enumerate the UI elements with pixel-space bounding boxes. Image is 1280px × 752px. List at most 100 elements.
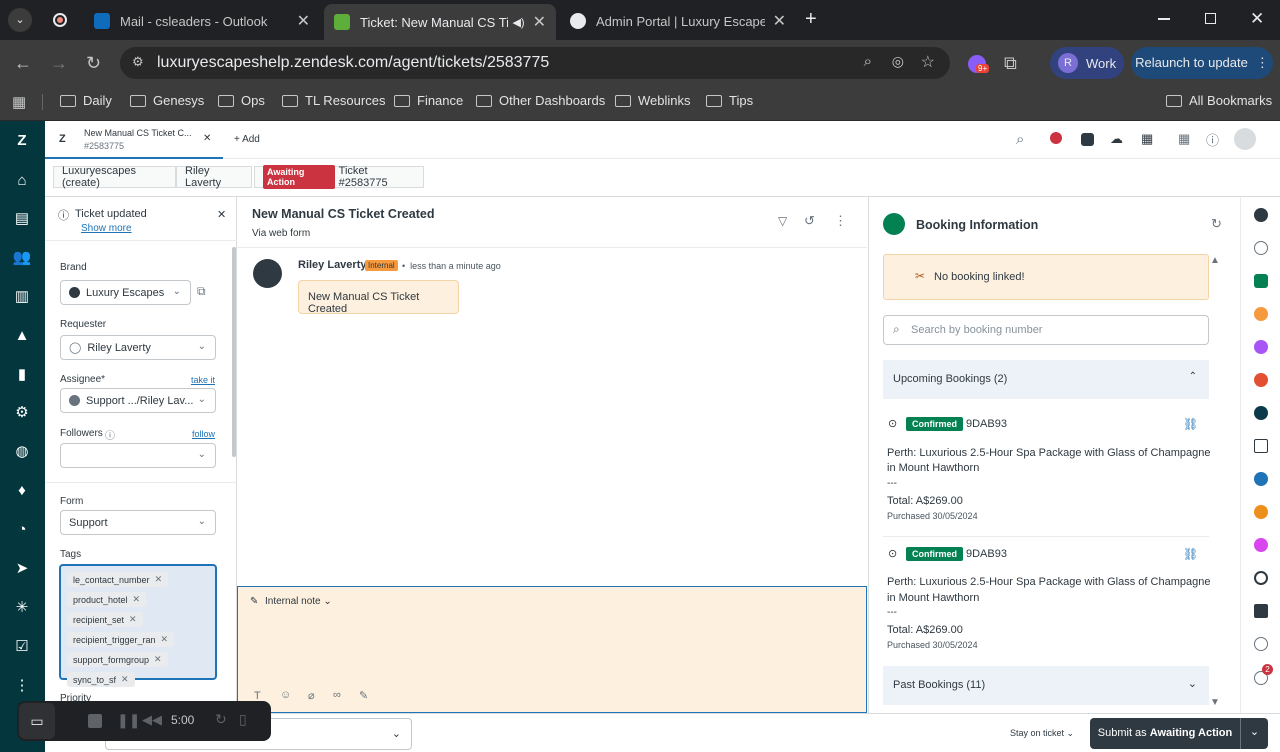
notification-app-icon[interactable]: 2 (1254, 664, 1273, 685)
close-icon[interactable]: ✕ (121, 674, 129, 685)
eye-off-icon[interactable]: ◎ (892, 53, 904, 70)
check-icon[interactable]: ☑ (12, 637, 32, 657)
minimize-button[interactable] (1158, 18, 1170, 20)
grid-app-icon[interactable] (1254, 604, 1268, 618)
tag-chip[interactable]: recipient_set ✕ (67, 612, 143, 627)
ticket-tab[interactable]: Z New Manual CS Ticket C... #2583775 ✕ (45, 121, 223, 159)
settings-icon[interactable]: ⚙ (12, 403, 32, 423)
asterisk-icon[interactable]: ✳ (12, 598, 32, 618)
purple-app-icon[interactable] (1254, 340, 1268, 354)
bookmark-finance[interactable]: Finance (394, 93, 463, 108)
bookmark-tl-resources[interactable]: TL Resources (282, 93, 385, 108)
amber-app-icon[interactable] (1254, 505, 1268, 519)
person-app-icon[interactable] (1254, 637, 1268, 651)
back-icon[interactable]: ← (14, 54, 32, 72)
close-icon[interactable]: ✕ (297, 11, 310, 31)
all-bookmarks[interactable]: All Bookmarks (1166, 93, 1272, 108)
bookmark-tips[interactable]: Tips (706, 93, 753, 108)
bookmark-other-dashboards[interactable]: Other Dashboards (476, 93, 605, 108)
address-bar[interactable]: ⚙ luxuryescapeshelp.zendesk.com/agent/ti… (120, 47, 950, 79)
tab-search-button[interactable]: ⌄ (8, 8, 32, 32)
copy-icon[interactable]: ⧉ (197, 284, 206, 299)
arrow-icon[interactable]: ➤ (12, 559, 32, 579)
tag-chip[interactable]: recipient_trigger_ran ✕ (67, 632, 175, 647)
filter-icon[interactable]: ▽ (778, 214, 787, 228)
stop-button[interactable] (88, 714, 102, 728)
ticket-subject[interactable]: New Manual CS Ticket Created (252, 207, 434, 221)
search-icon[interactable]: ⌕ (864, 53, 872, 70)
tab-zendesk-ticket[interactable]: Ticket: New Manual CS Ticke ◀) ✕ (324, 4, 556, 40)
zendesk-logo-icon[interactable]: Z (12, 131, 32, 151)
refresh-icon[interactable]: ↻ (1211, 216, 1222, 232)
blue-app-icon[interactable] (1254, 472, 1268, 486)
bookmark-daily[interactable]: Daily (60, 93, 112, 108)
close-icon[interactable]: ✕ (129, 614, 137, 625)
cloud-icon[interactable]: ☁ (1110, 131, 1123, 147)
upcoming-bookings-header[interactable]: Upcoming Bookings (2) ⌃ (883, 360, 1209, 399)
hat-icon[interactable] (1050, 132, 1062, 144)
bookmark-weblinks[interactable]: Weblinks (615, 93, 691, 108)
search-icon[interactable]: ⌕ (1016, 131, 1024, 148)
gauge-icon[interactable]: ◔ (12, 520, 32, 540)
tags-input[interactable]: le_contact_number ✕ product_hotel ✕ recipi… (59, 564, 217, 687)
record-icon[interactable] (53, 13, 67, 27)
close-icon[interactable]: ✕ (533, 12, 546, 32)
magenta-app-icon[interactable] (1254, 538, 1268, 552)
tab-outlook[interactable]: Mail - csleaders - Outlook ✕ (84, 6, 320, 36)
scrollbar[interactable] (232, 247, 236, 457)
show-more-link[interactable]: Show more (81, 223, 132, 234)
restore-button[interactable] (1205, 13, 1216, 24)
trash-icon[interactable]: ▯ (239, 711, 247, 728)
restart-icon[interactable]: ↻ (215, 711, 227, 728)
bookmark-ops[interactable]: Ops (218, 93, 265, 108)
link-icon[interactable]: ⛓ (1183, 417, 1198, 431)
apps-grid-icon[interactable]: ▦ (12, 93, 26, 111)
user-app-icon[interactable] (1254, 208, 1268, 222)
booking-app-icon[interactable] (1254, 274, 1268, 288)
magic-icon[interactable]: ✎ (359, 689, 368, 702)
relaunch-button[interactable]: Relaunch to update ⋮ (1131, 47, 1273, 79)
orange-app-icon[interactable] (1254, 307, 1268, 321)
assignee-select[interactable]: Support .../Riley Lav... ⌄ (60, 388, 216, 413)
home-icon[interactable]: ⌂ (12, 171, 32, 191)
reply-composer[interactable]: ✎ Internal note ⌄ T ☺ ⌀ ∞ ✎ (237, 586, 867, 713)
submit-button[interactable]: Submit as Awaiting Action (1090, 718, 1240, 749)
tag-chip[interactable]: support_formgroup ✕ (67, 652, 168, 667)
url-text[interactable]: luxuryescapeshelp.zendesk.com/agent/tick… (157, 54, 549, 72)
tag-chip[interactable]: product_hotel ✕ (67, 592, 147, 607)
link-icon[interactable]: ⛓ (1183, 547, 1198, 561)
breadcrumb-organization[interactable]: Luxuryescapes (create) (53, 165, 176, 189)
bell-icon[interactable]: ♦ (12, 481, 32, 501)
tab-admin-portal[interactable]: Admin Portal | Luxury Escapes ✕ (560, 6, 796, 36)
composer-mode-select[interactable]: Internal note ⌄ (265, 596, 332, 607)
shapes-icon[interactable]: ▲ (12, 326, 32, 346)
comment-author[interactable]: Riley Laverty (298, 259, 366, 271)
attachment-icon[interactable]: ⌀ (308, 689, 315, 702)
profile-button[interactable]: R Work (1050, 47, 1124, 79)
pause-icon[interactable]: ❚❚ (117, 712, 140, 729)
close-icon[interactable]: ✕ (133, 594, 141, 605)
emoji-icon[interactable]: ☺ (280, 689, 291, 701)
red-app-icon[interactable] (1254, 373, 1268, 387)
breadcrumb-ticket[interactable]: Awaiting Action Ticket #2583775 (254, 165, 424, 189)
history-icon[interactable]: ↺ (804, 213, 815, 229)
more-icon[interactable]: ⋮ (12, 676, 32, 696)
add-tab-button[interactable]: + Add (234, 134, 260, 145)
products-icon[interactable]: ▦ (1178, 131, 1190, 147)
past-bookings-header[interactable]: Past Bookings (11) ⌄ (883, 666, 1209, 705)
close-icon[interactable]: ✕ (217, 208, 226, 221)
site-info-icon[interactable]: ⚙ (132, 54, 144, 70)
book-app-icon[interactable] (1254, 439, 1268, 453)
close-icon[interactable]: ✕ (161, 634, 169, 645)
rewind-icon[interactable]: ◀◀ (142, 712, 162, 728)
globe-icon[interactable]: ◍ (12, 442, 32, 462)
form-select[interactable]: Support ⌄ (60, 510, 216, 535)
bookmark-genesys[interactable]: Genesys (130, 93, 204, 108)
app-icon[interactable] (1081, 133, 1094, 146)
refresh-app-icon[interactable] (1254, 571, 1268, 585)
chat-app-icon[interactable] (1254, 241, 1268, 255)
close-window-button[interactable]: ✕ (1250, 9, 1264, 29)
customers-icon[interactable]: 👥 (12, 248, 32, 268)
calendar-icon[interactable]: ▦ (1141, 131, 1153, 147)
views-icon[interactable]: ▤ (12, 209, 32, 229)
